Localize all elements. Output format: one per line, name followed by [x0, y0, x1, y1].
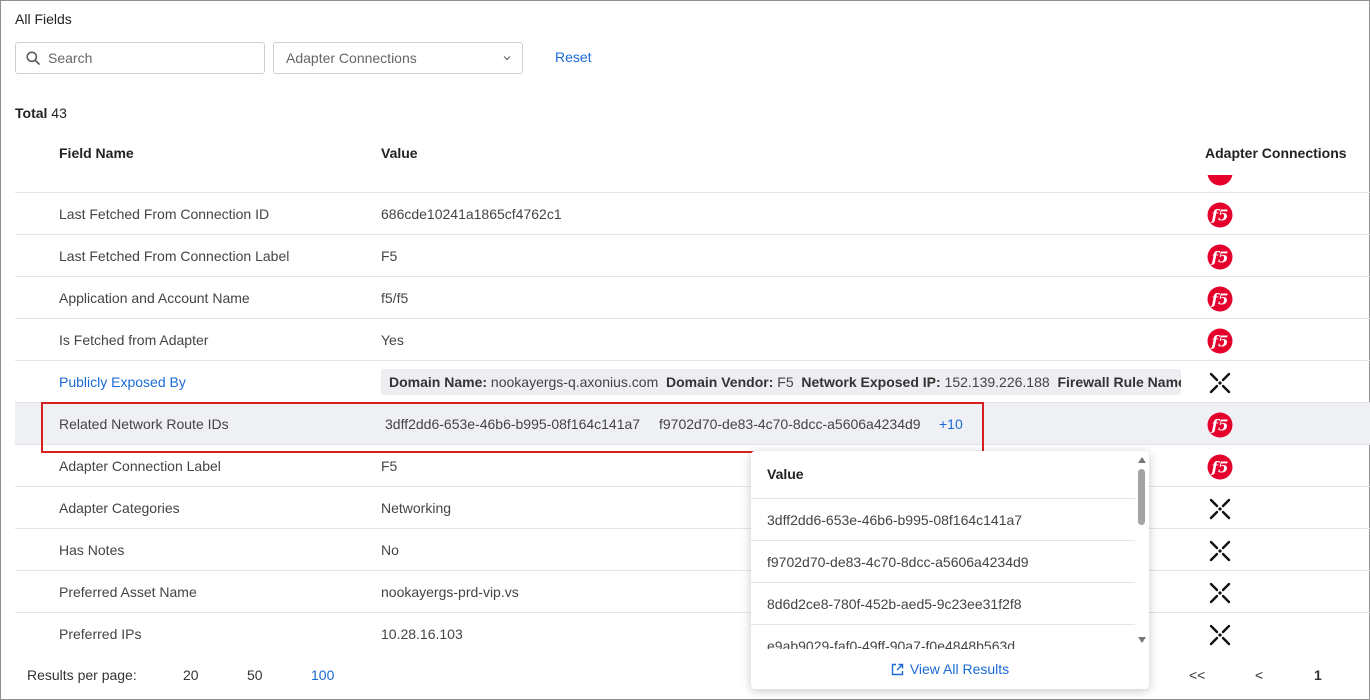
- results-per-page-option[interactable]: 50: [247, 667, 263, 683]
- field-value: 10.28.16.103: [381, 626, 463, 642]
- table-row[interactable]: Is Fetched from Adapter Yes f5: [15, 319, 1370, 361]
- field-value: No: [381, 542, 399, 558]
- page-title: All Fields: [15, 11, 72, 27]
- field-name: Last Fetched From Connection Label: [59, 248, 290, 264]
- reset-button[interactable]: Reset: [555, 49, 592, 65]
- results-per-page-label: Results per page:: [27, 667, 137, 683]
- popover-item-text: 8d6d2ce8-780f-452b-aed5-9c23ee31f2f8: [767, 596, 1022, 612]
- field-value: Networking: [381, 500, 452, 516]
- field-value: F5: [381, 248, 398, 264]
- route-id-value: 3dff2dd6-653e-46b6-b995-08f164c141a7: [385, 416, 641, 432]
- field-name: Last Fetched From Connection ID: [59, 206, 270, 222]
- popover-header: Value: [767, 466, 804, 482]
- pill-value: F5: [777, 374, 794, 390]
- adapter-filter-select[interactable]: Adapter Connections: [273, 42, 523, 74]
- popover-list-item[interactable]: 8d6d2ce8-780f-452b-aed5-9c23ee31f2f8: [751, 583, 1135, 625]
- chevron-down-icon: [503, 56, 511, 61]
- table-row[interactable]: Last Fetched From Connection Label F5 f5: [15, 235, 1370, 277]
- search-icon: [26, 51, 40, 65]
- field-name: Has Notes: [59, 542, 125, 558]
- table-row[interactable]: Preferred Asset Name nookayergs-prd-vip.…: [15, 571, 1370, 613]
- field-name: Adapter Connection Label: [59, 458, 221, 474]
- popover-scrollbar-thumb[interactable]: [1138, 469, 1145, 525]
- pill-key: Network Exposed IP:: [801, 374, 941, 390]
- route-id-value: f9702d70-de83-4c70-8dcc-a5606a4234d9: [659, 416, 921, 432]
- svg-text:f5: f5: [1211, 333, 1229, 351]
- table-row-partial: [15, 175, 1370, 193]
- field-name: Preferred Asset Name: [59, 584, 197, 600]
- popover-list[interactable]: 3dff2dd6-653e-46b6-b995-08f164c141a7 f97…: [751, 499, 1135, 649]
- svg-text:f5: f5: [1211, 207, 1229, 225]
- popover-list-item[interactable]: f9702d70-de83-4c70-8dcc-a5606a4234d9: [751, 541, 1135, 583]
- pill-key: Domain Vendor:: [666, 374, 774, 390]
- svg-text:f5: f5: [1211, 417, 1229, 435]
- f5-icon: f5: [1207, 286, 1233, 315]
- svg-text:f5: f5: [1211, 249, 1229, 267]
- f5-icon: f5: [1207, 328, 1233, 357]
- pagination-bar: Results per page: 20 50 100 << < 1: [1, 653, 1369, 697]
- f5-icon: f5: [1207, 244, 1233, 273]
- popover-list-item[interactable]: 3dff2dd6-653e-46b6-b995-08f164c141a7: [751, 499, 1135, 541]
- first-page-button[interactable]: <<: [1189, 667, 1205, 683]
- popover-item-text: f9702d70-de83-4c70-8dcc-a5606a4234d9: [767, 554, 1029, 570]
- table-row[interactable]: Publicly Exposed By Domain Name: nookaye…: [15, 361, 1370, 403]
- pill-key: Domain Name:: [389, 374, 488, 390]
- app-frame: All Fields Adapter Connections Reset Tot…: [0, 0, 1370, 700]
- pill-value: 152.139.226.188: [944, 374, 1050, 390]
- table-row[interactable]: Has Notes No: [15, 529, 1370, 571]
- table-row-selected[interactable]: Related Network Route IDs 3dff2dd6-653e-…: [15, 403, 1370, 445]
- previous-page-button[interactable]: <: [1255, 667, 1263, 683]
- field-name: Application and Account Name: [59, 290, 250, 306]
- column-header-adapter-connections[interactable]: Adapter Connections: [1205, 145, 1347, 161]
- results-per-page-option[interactable]: 20: [183, 667, 199, 683]
- search-input[interactable]: [48, 50, 238, 66]
- popover-list-item[interactable]: e9ab9029-faf0-49ff-90a7-f0e4848b563d: [751, 625, 1135, 649]
- results-per-page-option-selected[interactable]: 100: [311, 667, 334, 683]
- show-more-values-button[interactable]: +10: [939, 416, 963, 432]
- svg-text:f5: f5: [1211, 291, 1229, 309]
- axonius-icon: [1207, 370, 1233, 399]
- adapter-filter-value: Adapter Connections: [286, 50, 417, 66]
- axonius-icon: [1207, 580, 1233, 609]
- popover-item-text: e9ab9029-faf0-49ff-90a7-f0e4848b563d: [767, 638, 1016, 649]
- f5-icon: f5: [1207, 202, 1233, 231]
- axonius-icon: [1207, 538, 1233, 567]
- field-name: Preferred IPs: [59, 626, 142, 642]
- f5-icon: [1207, 175, 1233, 186]
- field-name: Adapter Categories: [59, 500, 180, 516]
- table-row[interactable]: Adapter Connection Label F5 f5: [15, 445, 1370, 487]
- f5-icon: f5: [1207, 454, 1233, 483]
- total-label: Total: [15, 105, 48, 121]
- field-value: Yes: [381, 332, 404, 348]
- exposure-detail-pill[interactable]: Domain Name: nookayergs-q.axonius.com Do…: [381, 369, 1181, 395]
- column-header-field-name[interactable]: Field Name: [59, 145, 134, 161]
- scroll-up-arrow-icon[interactable]: [1137, 455, 1147, 465]
- pill-key: Firewall Rule Name:: [1057, 374, 1181, 390]
- popover-item-text: 3dff2dd6-653e-46b6-b995-08f164c141a7: [767, 512, 1023, 528]
- current-page-number[interactable]: 1: [1314, 667, 1322, 683]
- field-value: 686cde10241a1865cf4762c1: [381, 206, 562, 222]
- total-value: 43: [51, 105, 67, 121]
- table-row[interactable]: Application and Account Name f5/f5 f5: [15, 277, 1370, 319]
- table-row[interactable]: Preferred IPs 10.28.16.103: [15, 613, 1370, 655]
- table-row[interactable]: Adapter Categories Networking: [15, 487, 1370, 529]
- field-name: Related Network Route IDs: [59, 416, 229, 432]
- axonius-icon: [1207, 496, 1233, 525]
- field-name-link[interactable]: Publicly Exposed By: [59, 374, 186, 390]
- search-box[interactable]: [15, 42, 265, 74]
- svg-text:f5: f5: [1211, 459, 1229, 477]
- field-value: F5: [381, 458, 398, 474]
- field-name: Is Fetched from Adapter: [59, 332, 209, 348]
- f5-icon: f5: [1207, 412, 1233, 441]
- pill-value: nookayergs-q.axonius.com: [490, 374, 659, 390]
- scroll-down-arrow-icon[interactable]: [1137, 635, 1147, 645]
- field-value: f5/f5: [381, 290, 409, 306]
- table-row[interactable]: Last Fetched From Connection ID 686cde10…: [15, 193, 1370, 235]
- axonius-icon: [1207, 622, 1233, 651]
- table-header: Field Name Value Adapter Connections: [15, 131, 1370, 175]
- column-header-value[interactable]: Value: [381, 145, 418, 161]
- field-value: nookayergs-prd-vip.vs: [381, 584, 519, 600]
- total-count: Total 43: [15, 105, 67, 121]
